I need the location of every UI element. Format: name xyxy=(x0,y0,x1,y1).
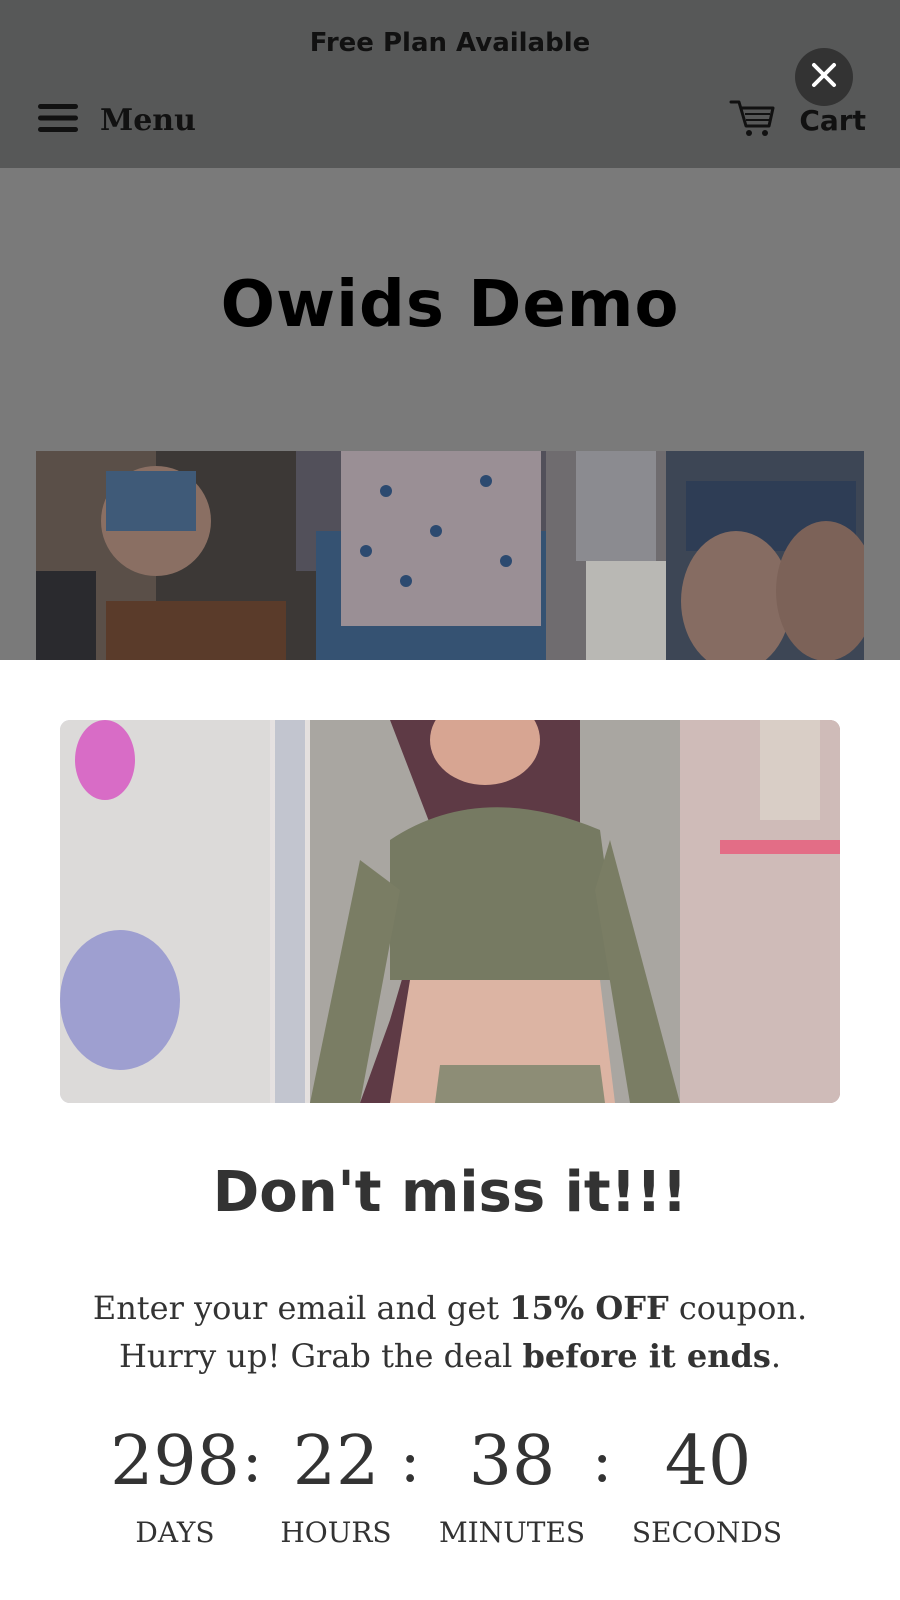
cart-icon xyxy=(729,98,775,142)
desc-text: . xyxy=(770,1337,782,1375)
desc-text: Hurry up! Grab the deal xyxy=(118,1337,523,1375)
popup-title: Don't miss it!!! xyxy=(212,1160,688,1225)
countdown-seconds: 40 xyxy=(664,1422,752,1501)
popup-description: Enter your email and get 15% OFF coupon.… xyxy=(0,1284,900,1380)
hero-image xyxy=(36,451,864,660)
countdown-hours: 22 xyxy=(292,1422,380,1501)
announcement-bar: Free Plan Available Menu Cart xyxy=(0,0,900,168)
countdown-days: 298 xyxy=(110,1422,240,1501)
cart-button[interactable]: Cart xyxy=(729,96,866,144)
hamburger-icon xyxy=(38,102,78,138)
desc-text: Enter your email and get xyxy=(92,1289,510,1327)
countdown-minutes-label: MINUTES xyxy=(438,1516,586,1549)
countdown-minutes: 38 xyxy=(468,1422,556,1501)
countdown-separator: : xyxy=(592,1426,613,1496)
announcement-text: Free Plan Available xyxy=(309,28,591,58)
close-popup-button[interactable] xyxy=(795,48,853,106)
popup-image xyxy=(60,720,840,1103)
countdown-days-label: DAYS xyxy=(135,1516,215,1549)
desc-highlight-discount: 15% OFF xyxy=(509,1289,669,1327)
close-icon xyxy=(811,62,837,92)
popup-desc-line2: Hurry up! Grab the deal before it ends. xyxy=(0,1332,900,1380)
countdown-seconds-label: SECONDS xyxy=(631,1516,783,1549)
desc-highlight-deadline: before it ends xyxy=(522,1337,771,1375)
popup-desc-line1: Enter your email and get 15% OFF coupon. xyxy=(0,1284,900,1332)
menu-label: Menu xyxy=(100,102,196,138)
countdown-separator: : xyxy=(400,1426,421,1496)
cart-label: Cart xyxy=(799,103,866,137)
store-title: Owids Demo xyxy=(220,268,680,342)
menu-button[interactable]: Menu xyxy=(38,96,196,144)
promo-popup: Don't miss it!!! Enter your email and ge… xyxy=(0,660,900,1600)
countdown-hours-label: HOURS xyxy=(280,1516,392,1549)
desc-text: coupon. xyxy=(668,1289,808,1327)
